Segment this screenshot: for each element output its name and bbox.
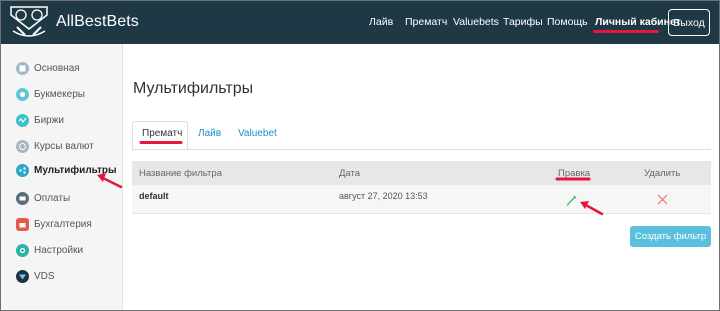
exchange-icon [16,113,29,127]
sidebar-item-label: Настройки [34,244,84,256]
tab-prematch[interactable]: Прематч [142,128,182,139]
currency-icon [16,139,29,153]
tabs-divider [132,149,711,150]
nav-tariffs[interactable]: Тарифы [503,16,543,28]
filter-name: default [139,191,169,201]
logo-badge-icon [7,5,51,39]
sidebar-item-label: Бухгалтерия [34,218,92,230]
sidebar-item-label: Основная [34,62,80,74]
sidebar-item-vds[interactable]: VDS [16,268,55,284]
brand-name: AllBestBets [56,13,139,30]
table-header: Название фильтра Дата Правка Удалить [132,161,711,185]
nav-prematch[interactable]: Прематч [405,16,447,28]
column-header-name: Название фильтра [139,168,222,179]
sidebar-item-label: Букмекеры [34,88,85,100]
home-icon [16,61,29,75]
tab-live[interactable]: Лайв [198,128,221,139]
sidebar-item-settings[interactable]: Настройки [16,242,83,258]
sidebar-item-label: Биржи [34,114,64,126]
app-window: AllBestBets Лайв Прематч Valuebets Тариф… [0,0,720,311]
settings-icon [16,243,29,257]
sidebar-item-exchanges[interactable]: Биржи [16,112,64,128]
create-filter-button[interactable]: Создать фильтр [630,226,711,247]
tab-valuebet[interactable]: Valuebet [238,128,277,139]
page-title: Мультифильтры [133,80,254,97]
column-header-delete: Удалить [644,168,681,179]
column-header-edit: Правка [558,168,591,179]
accounting-icon [16,217,29,231]
sidebar-item-label: Курсы валют [34,140,94,152]
sidebar-item-accounting[interactable]: Бухгалтерия [16,216,92,232]
sidebar-item-multifilters[interactable]: Мультифильтры [16,162,117,178]
nav-help[interactable]: Помощь [547,16,588,28]
sidebar-item-label: VDS [34,270,55,282]
pencil-icon[interactable] [566,194,578,209]
close-icon[interactable] [657,194,668,208]
nav-live[interactable]: Лайв [369,16,393,28]
logout-button[interactable]: Выход [668,9,710,36]
sidebar: Основная Букмекеры Биржи Курсы валют Мул… [1,44,123,310]
brand-logo[interactable]: AllBestBets [7,5,139,39]
sidebar-item-payments[interactable]: Оплаты [16,190,70,206]
bookmakers-icon [16,87,29,101]
vds-icon [16,269,29,283]
sidebar-item-main[interactable]: Основная [16,60,80,76]
sidebar-item-label: Оплаты [34,192,71,204]
nav-account-highlight [593,30,659,33]
top-navbar: AllBestBets Лайв Прематч Valuebets Тариф… [1,1,719,44]
multifilter-icon [16,163,29,177]
payment-icon [16,191,29,205]
sidebar-item-label: Мультифильтры [34,164,117,176]
nav-valuebets[interactable]: Valuebets [453,16,499,28]
column-header-date: Дата [339,168,361,179]
sidebar-item-bookmakers[interactable]: Букмекеры [16,86,85,102]
table-row: default август 27, 2020 13:53 [132,185,711,214]
sidebar-item-currency[interactable]: Курсы валют [16,138,94,154]
filter-date: август 27, 2020 13:53 [339,191,428,201]
